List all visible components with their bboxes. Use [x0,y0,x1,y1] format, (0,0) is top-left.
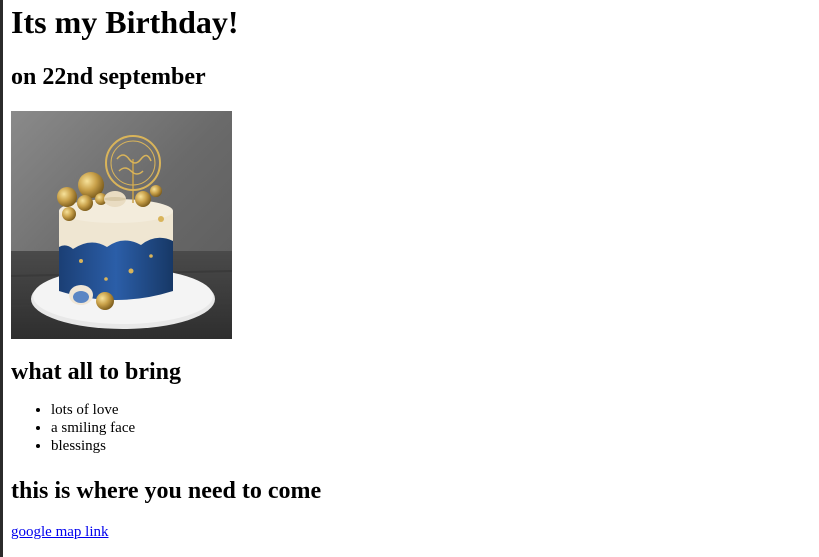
page-content: Its my Birthday! on 22nd september what … [11,0,811,541]
birthday-cake-image [11,111,232,339]
window-left-border [0,0,3,557]
page-subtitle: on 22nd september [11,64,206,90]
list-item: lots of love [51,401,811,419]
page-title: Its my Birthday! [11,4,239,40]
list-item: blessings [51,437,811,455]
bring-list: lots of love a smiling face blessings [11,401,811,455]
bring-heading: what all to bring [11,359,182,385]
google-map-link[interactable]: google map link [11,524,109,541]
list-item: a smiling face [51,419,811,437]
location-heading: this is where you need to come [11,478,322,504]
